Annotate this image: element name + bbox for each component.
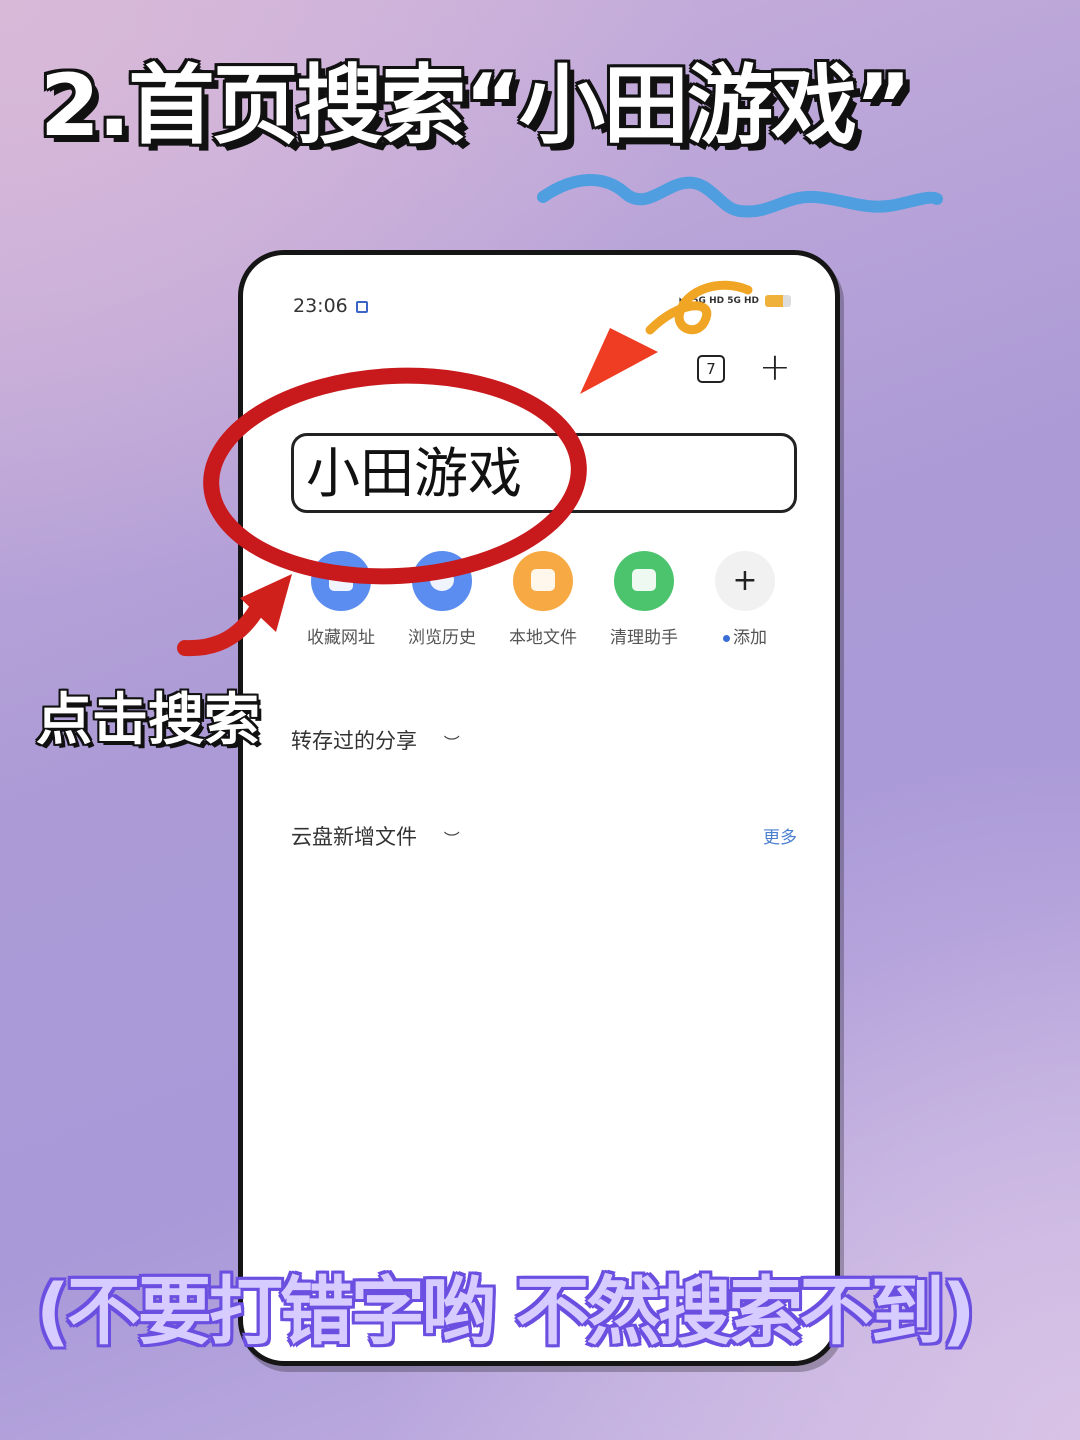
battery-icon: [765, 295, 791, 307]
history-icon: [412, 551, 472, 611]
eye-closed-icon[interactable]: ︶: [444, 826, 460, 850]
network-label: 5G HD 5G HD: [692, 296, 759, 306]
add-icon: +: [715, 551, 775, 611]
bookmark-icon: [311, 551, 371, 611]
phone-screen: 23:06 ◣ 5G HD 5G HD 7 + 小田游戏 收藏网址 浏览历史 本…: [238, 250, 840, 1366]
tab-count-button[interactable]: 7: [697, 355, 725, 383]
section-cloud-new-files: 云盘新增文件 ︶ 更多: [291, 821, 797, 851]
decorative-squiggle: [537, 174, 943, 218]
quick-item-cleaner[interactable]: 清理助手: [594, 551, 694, 648]
quick-item-label: 本地文件: [509, 628, 577, 648]
eye-closed-icon[interactable]: ︶: [444, 730, 460, 754]
new-dot-indicator: [723, 634, 730, 642]
search-input-value: 小田游戏: [306, 442, 522, 505]
quick-item-label: 添加: [695, 623, 795, 648]
footer-note: (不要打错字哟 不然搜索不到): [36, 1269, 975, 1355]
section-title: 转存过的分享: [291, 729, 417, 753]
quick-item-label: 收藏网址: [307, 628, 375, 648]
new-tab-button[interactable]: +: [759, 347, 791, 387]
cleaner-icon: [614, 551, 674, 611]
section-title: 云盘新增文件: [291, 825, 417, 849]
quick-item-add[interactable]: + 添加: [695, 551, 795, 648]
status-indicators: ◣ 5G HD 5G HD: [679, 295, 791, 307]
tap-search-label: 点击搜索: [36, 688, 260, 753]
section-saved-shares: 转存过的分享 ︶: [291, 725, 797, 755]
quick-access-row: 收藏网址 浏览历史 本地文件 清理助手 + 添加: [291, 551, 811, 651]
page-heading: 2.首页搜索“小田游戏”: [40, 56, 912, 156]
notification-icon: [356, 301, 368, 313]
quick-item-bookmarks[interactable]: 收藏网址: [291, 551, 391, 648]
quick-item-label: 浏览历史: [408, 628, 476, 648]
more-link[interactable]: 更多: [763, 823, 797, 848]
folder-icon: [513, 551, 573, 611]
search-input[interactable]: 小田游戏: [291, 433, 797, 513]
status-time: 23:06: [293, 295, 348, 317]
quick-item-history[interactable]: 浏览历史: [392, 551, 492, 648]
mute-icon: ◣: [679, 296, 687, 306]
quick-item-label: 清理助手: [610, 628, 678, 648]
quick-item-local-files[interactable]: 本地文件: [493, 551, 593, 648]
